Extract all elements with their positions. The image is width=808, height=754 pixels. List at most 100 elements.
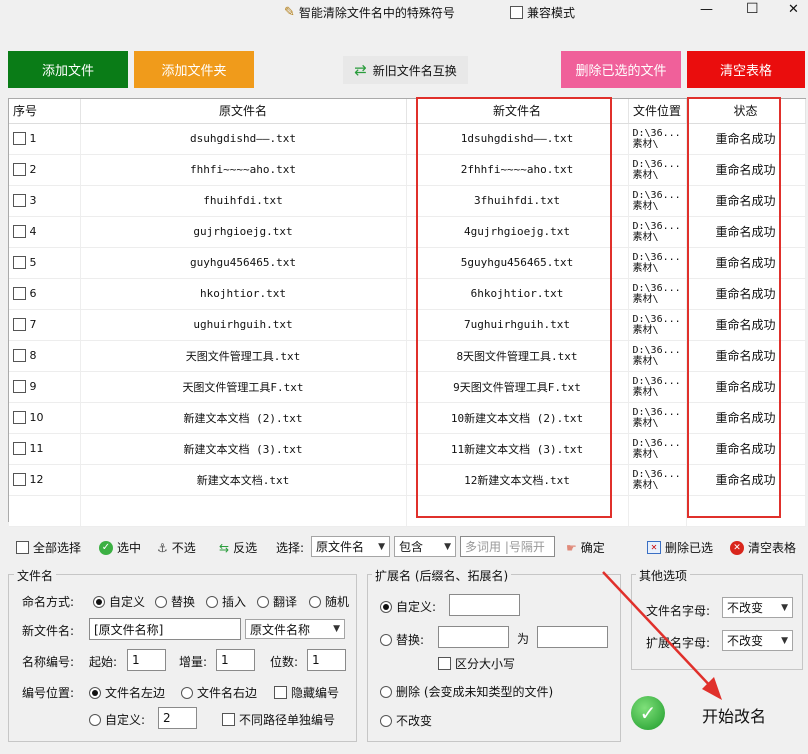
row-checkbox[interactable]	[13, 411, 26, 425]
add-folder-button[interactable]: 添加文件夹	[134, 51, 254, 88]
ext-delete-radio[interactable]: 删除 (会变成未知类型的文件)	[380, 683, 553, 700]
table-row[interactable]: 5 guyhgu456465.txt 5guyhgu456465.txt D:\36.…	[9, 247, 806, 279]
hide-number-label: 隐藏编号	[291, 686, 340, 700]
pos-custom-input[interactable]: 2	[158, 707, 197, 729]
minimize-button[interactable]: —	[700, 2, 713, 17]
col-header-original[interactable]: 原文件名	[80, 99, 407, 124]
radio-dot[interactable]	[257, 595, 269, 608]
invert-button[interactable]: ⇆ 反选	[219, 539, 257, 556]
radio-dot[interactable]	[309, 595, 321, 608]
mode-replace-radio[interactable]: 替换	[155, 593, 195, 610]
ext-nochange-radio[interactable]: 不改变	[380, 712, 432, 729]
table-row[interactable]: 2 fhhfi~~~~aho.txt 2fhhfi~~~~aho.txt D:\36.…	[9, 154, 806, 186]
mode-custom-radio[interactable]: 自定义	[93, 593, 145, 610]
new-name-input[interactable]: [原文件名称]	[89, 618, 241, 640]
confirm-button[interactable]: ☛ 确定	[566, 539, 605, 556]
maximize-button[interactable]: ☐	[746, 1, 759, 17]
match-select[interactable]: 包含 ▼	[394, 536, 456, 557]
row-checkbox[interactable]	[13, 225, 26, 239]
case-sensitive-checkbox[interactable]: 区分大小写	[438, 655, 515, 672]
delete-selected-files-button[interactable]: 删除已选的文件	[561, 51, 681, 88]
row-checkbox[interactable]	[13, 349, 26, 363]
select-all-box[interactable]	[16, 541, 29, 554]
row-checkbox[interactable]	[13, 256, 26, 270]
check-circle-icon: ✓	[99, 540, 113, 555]
ext-custom-input[interactable]	[449, 594, 520, 616]
radio-dot[interactable]	[89, 713, 101, 726]
ext-replace-from-input[interactable]	[438, 626, 509, 648]
table-row[interactable]: 10 新建文本文档 (2).txt 10新建文本文档 (2).txt D:\36...…	[9, 402, 806, 434]
clear-table-small-button[interactable]: ✕ 清空表格	[730, 539, 796, 556]
table-row[interactable]: 1 dsuhgdishd——.txt 1dsuhgdishd——.txt D:\36.…	[9, 123, 806, 155]
table-row[interactable]: 12 新建文本文档.txt 12新建文本文档.txt D:\36... 素材\ 重命名成功	[9, 464, 806, 496]
select-all-label: 全部选择	[33, 541, 82, 555]
table-row[interactable]: 4 gujrhgioejg.txt 4gujrhgioejg.txt D:\36...…	[9, 216, 806, 248]
unselect-button[interactable]: ⚓ 不选	[157, 539, 196, 556]
start-input[interactable]: 1	[127, 649, 166, 671]
table-row[interactable]: 3 fhuihfdi.txt 3fhuihfdi.txt D:\36... 素材\ 重命名…	[9, 185, 806, 217]
per-path-checkbox[interactable]: 不同路径单独编号	[222, 711, 335, 728]
close-button[interactable]: ✕	[788, 2, 799, 17]
radio-dot[interactable]	[380, 633, 392, 646]
case-sensitive-box[interactable]	[438, 657, 451, 670]
row-checkbox[interactable]	[13, 442, 26, 456]
location-line-2: 素材\	[632, 200, 659, 212]
select-button[interactable]: ✓ 选中	[99, 539, 141, 556]
swap-names-button[interactable]: ⇄ 新旧文件名互换	[343, 56, 468, 84]
original-name-cell: fhuihfdi.txt	[80, 185, 407, 217]
new-name-label: 新文件名:	[22, 624, 75, 638]
clear-table-button[interactable]: 清空表格	[687, 51, 805, 88]
row-checkbox[interactable]	[13, 473, 26, 487]
original-name-cell: gujrhgioejg.txt	[80, 216, 407, 248]
ext-replace-radio[interactable]: 替换:	[380, 631, 424, 648]
row-index-cell: 7	[9, 309, 81, 341]
row-checkbox[interactable]	[13, 194, 26, 208]
per-path-box[interactable]	[222, 713, 235, 726]
row-checkbox[interactable]	[13, 132, 26, 146]
hide-number-checkbox[interactable]: 隐藏编号	[274, 684, 339, 701]
pos-left-radio[interactable]: 文件名左边	[89, 684, 165, 701]
row-checkbox[interactable]	[13, 380, 26, 394]
step-input[interactable]: 1	[216, 649, 255, 671]
col-header-location[interactable]: 文件位置	[628, 99, 687, 124]
table-row[interactable]: 8 天图文件管理工具.txt 8天图文件管理工具.txt D:\36... 素材\ 重命名…	[9, 340, 806, 372]
table-row[interactable]: 11 新建文本文档 (3).txt 11新建文本文档 (3).txt D:\36...…	[9, 433, 806, 465]
radio-dot[interactable]	[181, 686, 193, 699]
select-all-checkbox[interactable]: 全部选择	[16, 539, 81, 556]
field-select[interactable]: 原文件名 ▼	[311, 536, 390, 557]
col-header-index[interactable]: 序号	[9, 99, 81, 124]
mode-insert-radio[interactable]: 插入	[206, 593, 246, 610]
mode-translate-radio[interactable]: 翻译	[257, 593, 297, 610]
digits-input[interactable]: 1	[307, 649, 346, 671]
radio-dot[interactable]	[93, 595, 105, 608]
compat-mode-box[interactable]	[510, 6, 523, 19]
radio-dot[interactable]	[89, 686, 101, 699]
table-row[interactable]: 9 天图文件管理工具F.txt 9天图文件管理工具F.txt D:\36... 素材\ 重…	[9, 371, 806, 403]
delete-selected-button[interactable]: ✕ 删除已选	[647, 539, 713, 556]
row-checkbox[interactable]	[13, 163, 26, 177]
row-index: 4	[29, 224, 37, 238]
row-checkbox[interactable]	[13, 318, 26, 332]
row-checkbox[interactable]	[13, 287, 26, 301]
table-row[interactable]: 6 hkojhtior.txt 6hkojhtior.txt D:\36... 素材\ 重…	[9, 278, 806, 310]
radio-dot[interactable]	[155, 595, 167, 608]
new-name-highlight	[416, 97, 612, 518]
new-name-select[interactable]: 原文件名称 ▼	[245, 619, 345, 639]
compat-mode-checkbox[interactable]: 兼容模式	[510, 4, 575, 21]
hide-number-box[interactable]	[274, 686, 287, 699]
table-row[interactable]: 7 ughuirhguih.txt 7ughuirhguih.txt D:\36...…	[9, 309, 806, 341]
swap-names-label: 新旧文件名互换	[372, 63, 457, 78]
add-file-button[interactable]: 添加文件	[8, 51, 128, 88]
location-line-1: D:\36...	[632, 127, 681, 139]
mode-random-radio[interactable]: 随机	[309, 593, 349, 610]
radio-dot[interactable]	[380, 600, 392, 613]
ext-custom-radio[interactable]: 自定义:	[380, 598, 436, 615]
keyword-input[interactable]: 多词用 |号隔开	[460, 536, 555, 557]
radio-dot[interactable]	[380, 714, 392, 727]
unselect-label: 不选	[171, 541, 196, 555]
wand-icon: ✎	[284, 5, 295, 20]
radio-dot[interactable]	[206, 595, 218, 608]
pos-right-radio[interactable]: 文件名右边	[181, 684, 257, 701]
pos-custom-radio[interactable]: 自定义:	[89, 711, 145, 728]
radio-dot[interactable]	[380, 685, 392, 698]
